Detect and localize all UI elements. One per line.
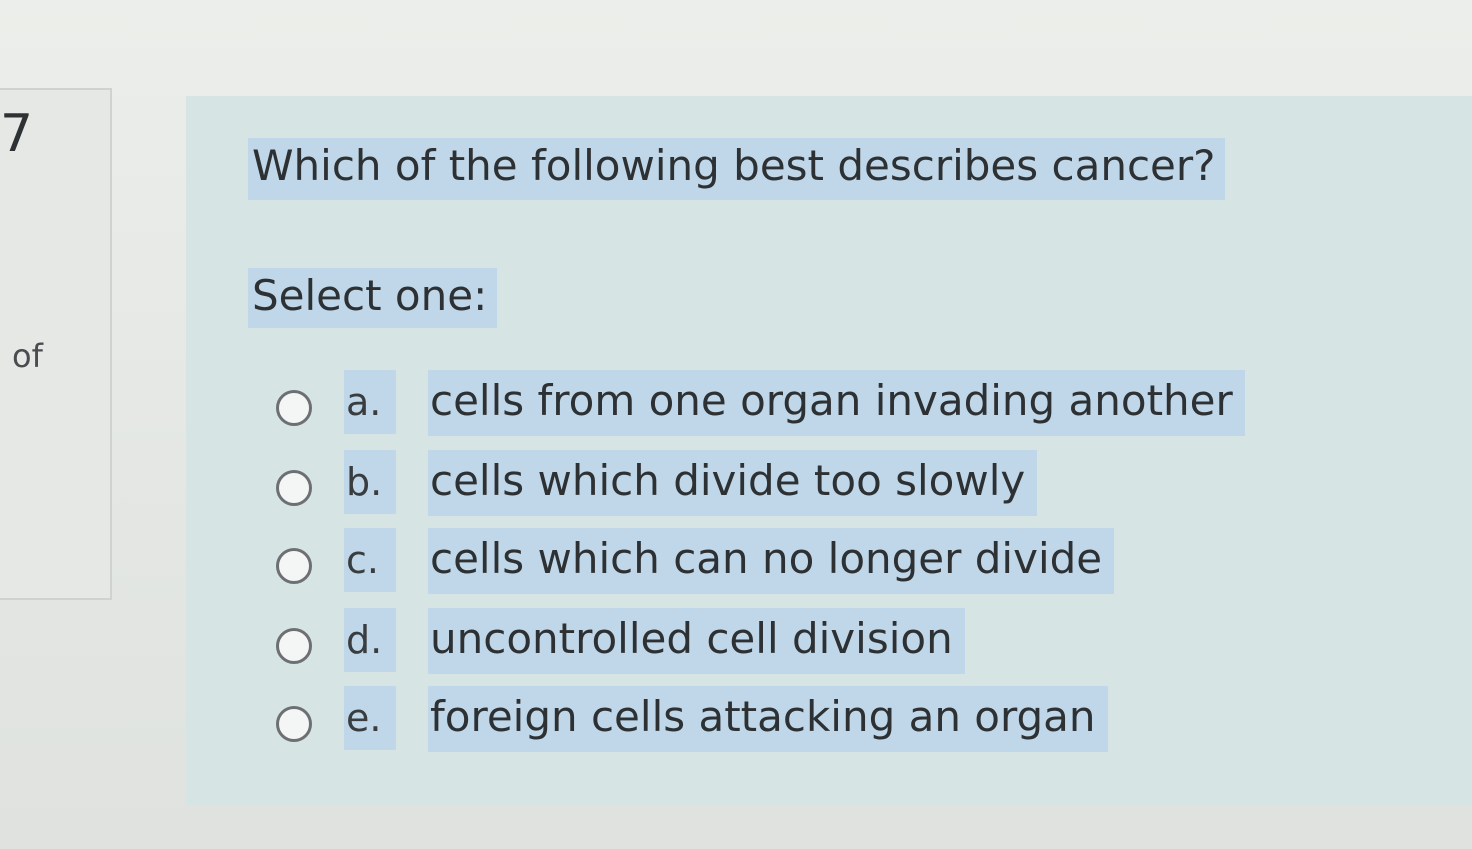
option-letter-c: c. xyxy=(344,528,396,592)
question-number: 7 xyxy=(0,104,34,164)
option-letter-b: b. xyxy=(344,450,396,514)
answer-option-d[interactable]: d. uncontrolled cell division xyxy=(276,608,1236,680)
question-text: Which of the following best describes ca… xyxy=(248,138,1226,201)
option-text-c[interactable]: cells which can no longer divide xyxy=(428,528,1115,594)
option-letter-e: e. xyxy=(344,686,396,750)
option-text-d[interactable]: uncontrolled cell division xyxy=(428,608,965,674)
answer-option-e[interactable]: e. foreign cells attacking an organ xyxy=(276,686,1236,758)
radio-button-b[interactable] xyxy=(276,470,312,506)
radio-button-d[interactable] xyxy=(276,628,312,664)
answer-option-c[interactable]: c. cells which can no longer divide xyxy=(276,528,1236,600)
option-letter-d: d. xyxy=(344,608,396,672)
option-text-a[interactable]: cells from one organ invading another xyxy=(428,370,1245,436)
radio-button-a[interactable] xyxy=(276,390,312,426)
quiz-screen: 7 of Which of the following best describ… xyxy=(0,0,1472,849)
answer-option-b[interactable]: b. cells which divide too slowly xyxy=(276,450,1236,522)
question-of-label: of xyxy=(12,337,43,375)
answer-option-a[interactable]: a. cells from one organ invading another xyxy=(276,370,1245,442)
select-one-prompt: Select one: xyxy=(248,268,498,329)
radio-button-c[interactable] xyxy=(276,548,312,584)
option-letter-a: a. xyxy=(344,370,396,434)
radio-button-e[interactable] xyxy=(276,706,312,742)
option-text-e[interactable]: foreign cells attacking an organ xyxy=(428,686,1108,752)
option-text-b[interactable]: cells which divide too slowly xyxy=(428,450,1038,516)
